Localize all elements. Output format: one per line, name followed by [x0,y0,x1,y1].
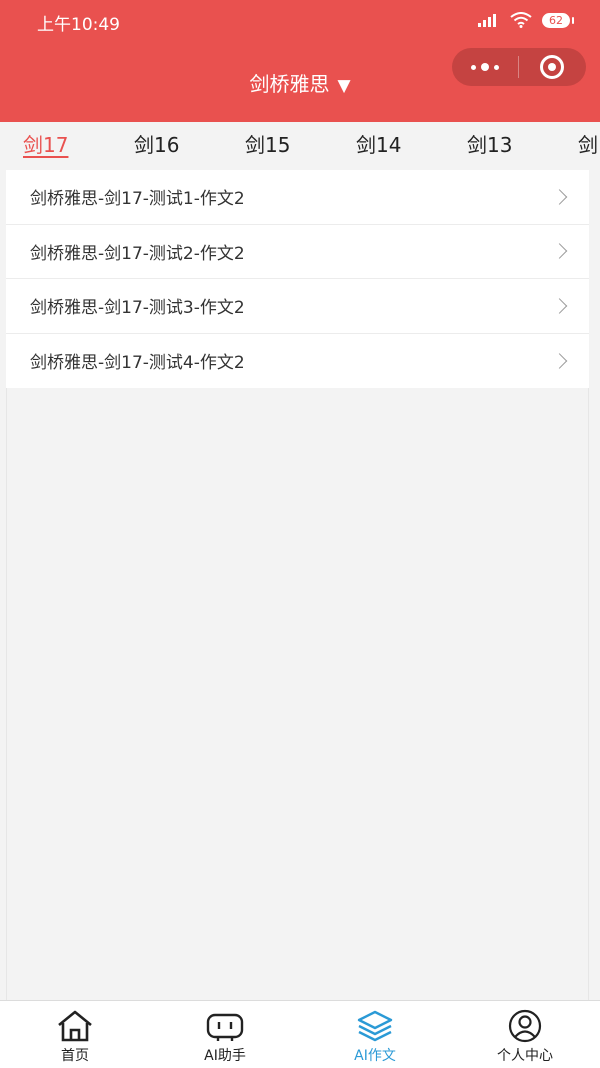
tabbar-item-home[interactable]: 首页 [0,1001,150,1068]
tabbar-label: 个人中心 [497,1048,553,1064]
battery-indicator: 62 [542,12,574,28]
wifi-icon [510,12,532,28]
chevron-right-icon [551,297,568,314]
more-dots-icon-center [481,63,489,71]
home-icon [58,1010,92,1042]
tab-jian17[interactable]: 剑17 [23,132,68,158]
status-icons: 62 [478,10,574,30]
tab-jian13[interactable]: 剑13 [467,132,512,158]
tabbar-label: AI助手 [204,1048,246,1064]
chevron-right-icon [551,243,568,260]
list-item-label: 剑桥雅思-剑17-测试4-作文2 [30,353,245,374]
list-item-label: 剑桥雅思-剑17-测试2-作文2 [30,243,245,264]
miniprogram-capsule [452,48,586,86]
dropdown-caret-icon: ▼ [337,76,351,96]
tabbar-label: 首页 [61,1048,89,1064]
tab-jian-partial[interactable]: 剑 [578,132,598,158]
more-button[interactable] [452,48,518,86]
volume-tabs: 剑17 剑16 剑15 剑14 剑13 剑 [0,122,600,168]
tab-jian14[interactable]: 剑14 [356,132,401,158]
status-time: 上午10:49 [37,15,120,35]
list-item[interactable]: 剑桥雅思-剑17-测试3-作文2 [6,279,589,334]
tab-jian16[interactable]: 剑16 [134,132,179,158]
list-item-label: 剑桥雅思-剑17-测试3-作文2 [30,298,245,319]
status-bar: 上午10:49 62 [0,0,600,40]
chevron-right-icon [551,352,568,369]
bottom-tab-bar: 首页 AI助手 AI作文 个人中心 [0,1000,600,1068]
tabbar-item-profile[interactable]: 个人中心 [450,1001,600,1068]
essay-list: 剑桥雅思-剑17-测试1-作文2 剑桥雅思-剑17-测试2-作文2 剑桥雅思-剑… [6,170,589,388]
target-icon [540,55,564,79]
robot-icon [206,1013,244,1041]
more-dots-icon-right [494,64,499,70]
tabbar-item-ai-essay[interactable]: AI作文 [300,1001,450,1068]
list-item-label: 剑桥雅思-剑17-测试1-作文2 [30,189,245,210]
layers-icon [357,1010,393,1042]
page-title-text: 剑桥雅思 [249,72,330,96]
app-header: 上午10:49 62 剑桥雅思 ▼ [0,0,600,122]
list-item[interactable]: 剑桥雅思-剑17-测试2-作文2 [6,225,589,279]
more-dots-icon [471,64,476,70]
list-item[interactable]: 剑桥雅思-剑17-测试1-作文2 [6,170,589,225]
signal-icon [478,14,496,27]
tab-jian15[interactable]: 剑15 [245,132,290,158]
tabbar-label: AI作文 [354,1048,396,1064]
chevron-right-icon [551,188,568,205]
close-miniprogram-button[interactable] [519,48,585,86]
empty-content-area [6,388,589,1000]
list-item[interactable]: 剑桥雅思-剑17-测试4-作文2 [6,334,589,389]
tabbar-item-ai-assistant[interactable]: AI助手 [150,1001,300,1068]
user-icon [508,1009,542,1043]
